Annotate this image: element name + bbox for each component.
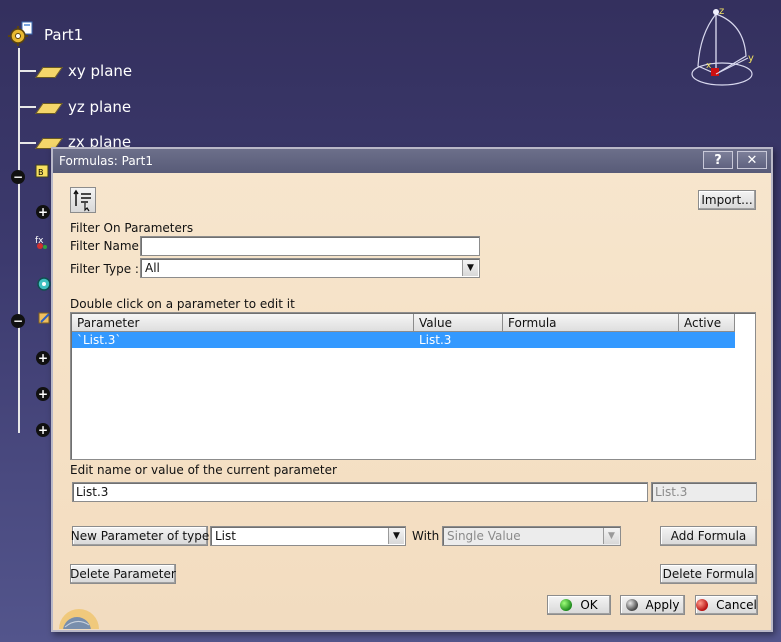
formulas-dialog: Formulas: Part1 ? ✕ Import... Filter On … — [51, 147, 773, 632]
column-header-parameter[interactable]: Parameter — [72, 314, 414, 332]
edit-value-input — [651, 482, 757, 502]
edit-name-input[interactable] — [72, 482, 648, 502]
table-header: Parameter Value Formula Active — [72, 314, 735, 332]
new-parameter-button[interactable]: New Parameter of type — [71, 526, 209, 546]
filter-toggle-button[interactable] — [70, 187, 96, 213]
part-gear-icon — [8, 21, 33, 46]
dialog-title: Formulas: Part1 — [59, 154, 153, 168]
parameters-icon: fx — [35, 236, 47, 249]
filter-name-input[interactable] — [140, 236, 480, 256]
collapse-node-icon[interactable]: − — [11, 170, 25, 184]
delete-parameter-button[interactable]: Delete Parameter — [70, 564, 176, 584]
tree-item-yz-plane[interactable]: yz plane — [36, 98, 131, 116]
filter-list-icon — [73, 189, 91, 212]
expand-node-icon[interactable]: + — [36, 205, 50, 219]
column-header-active[interactable]: Active — [679, 314, 735, 332]
tree-branch — [18, 142, 36, 144]
compass-x-label: x — [706, 61, 712, 71]
cancel-label: Cancel — [716, 598, 757, 612]
parameter-type-value: List — [215, 529, 236, 543]
dialog-titlebar[interactable]: Formulas: Part1 ? ✕ — [53, 149, 771, 173]
cell-formula — [503, 332, 679, 348]
close-button[interactable]: ✕ — [737, 151, 767, 169]
filter-section-label: Filter On Parameters — [70, 221, 194, 235]
column-header-formula[interactable]: Formula — [503, 314, 679, 332]
plane-icon — [36, 65, 60, 77]
expand-node-icon[interactable]: + — [36, 387, 50, 401]
with-value: Single Value — [447, 529, 521, 543]
delete-formula-button[interactable]: Delete Formula — [660, 564, 757, 584]
import-button[interactable]: Import... — [698, 190, 756, 210]
filter-type-label: Filter Type : — [70, 262, 139, 276]
tree-item-xy-plane[interactable]: xy plane — [36, 62, 132, 80]
cell-active — [679, 332, 735, 348]
table-caption: Double click on a parameter to edit it — [70, 297, 295, 311]
filter-name-label: Filter Name : — [70, 239, 147, 253]
ok-label: OK — [580, 598, 598, 612]
tree-root-part1[interactable]: Part1 — [8, 20, 83, 50]
cancel-button[interactable]: Cancel — [695, 595, 758, 615]
cell-value: List.3 — [419, 333, 452, 347]
apply-label: Apply — [645, 598, 680, 612]
cancel-icon — [696, 599, 709, 611]
with-label: With — [412, 529, 440, 543]
axis-system-icon: B — [35, 164, 49, 178]
chevron-down-icon: ▼ — [603, 528, 619, 544]
globe-logo-icon — [59, 609, 99, 629]
ok-icon — [560, 599, 573, 611]
cell-parameter: `List.3` — [77, 333, 122, 347]
help-button[interactable]: ? — [703, 151, 733, 169]
tree-item-label: xy plane — [68, 62, 133, 80]
tree-item-label: yz plane — [68, 98, 132, 116]
tree-branch — [18, 70, 36, 72]
tree-branch — [18, 106, 36, 108]
compass-z-label: z — [719, 6, 724, 17]
filter-type-select[interactable]: All ▼ — [140, 258, 480, 278]
relations-gear-icon — [37, 277, 51, 291]
plane-icon — [36, 101, 60, 113]
edit-caption: Edit name or value of the current parame… — [70, 463, 337, 477]
parameter-type-select[interactable]: List ▼ — [210, 526, 406, 546]
compass-icon[interactable]: z y x — [686, 4, 758, 90]
chevron-down-icon[interactable]: ▼ — [388, 528, 404, 544]
filter-type-value: All — [145, 261, 160, 275]
apply-button[interactable]: Apply — [620, 595, 685, 615]
column-header-value[interactable]: Value — [414, 314, 503, 332]
add-formula-button[interactable]: Add Formula — [660, 526, 757, 546]
compass-y-label: y — [748, 53, 754, 64]
svg-text:B: B — [38, 168, 44, 177]
chevron-down-icon[interactable]: ▼ — [462, 260, 478, 276]
with-select: Single Value ▼ — [442, 526, 621, 546]
parameters-table[interactable]: Parameter Value Formula Active `List.3` … — [70, 312, 756, 460]
collapse-node-icon[interactable]: − — [11, 314, 25, 328]
ok-button[interactable]: OK — [547, 595, 611, 615]
tree-root-label: Part1 — [44, 26, 84, 44]
table-row[interactable]: `List.3` List.3 — [72, 332, 735, 348]
apply-icon — [625, 599, 638, 611]
expand-node-icon[interactable]: + — [36, 423, 50, 437]
expand-node-icon[interactable]: + — [36, 351, 50, 365]
